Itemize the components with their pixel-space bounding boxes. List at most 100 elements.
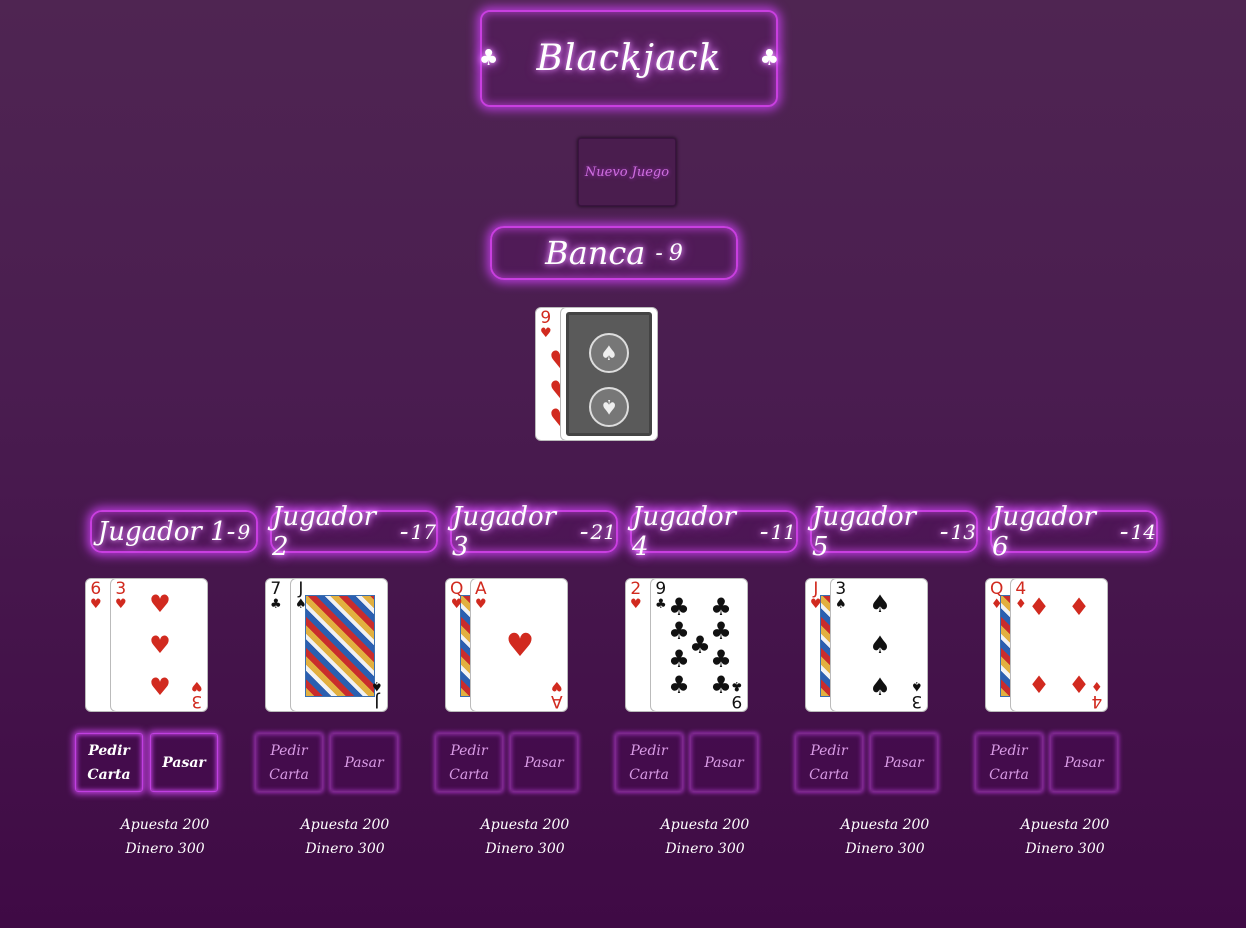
club-icon: ♣ xyxy=(668,671,690,699)
player-score: 14 xyxy=(1130,519,1156,544)
player-label: Jugador 5 xyxy=(812,501,917,562)
player-3-info: Apuesta 200 Dinero 300 xyxy=(455,813,595,861)
player-separator: - xyxy=(399,516,409,547)
player-2-header: Jugador 2- 17 xyxy=(270,502,438,562)
player-3-header: Jugador 3- 21 xyxy=(450,502,618,562)
player-5-info: Apuesta 200 Dinero 300 xyxy=(815,813,955,861)
card-rank: 4 xyxy=(1015,579,1027,599)
club-icon: ♣ xyxy=(710,617,732,645)
card-suit: ♥ xyxy=(115,597,127,612)
player-6-card: 4 ♦ ♦ ♦ ♦ ♦ 4 ♦ xyxy=(1010,578,1108,712)
card-suit: ♥ xyxy=(450,597,463,612)
stand-button[interactable]: Pasar xyxy=(150,733,218,792)
player-score: 11 xyxy=(770,519,796,544)
stand-button[interactable]: Pasar xyxy=(690,733,758,792)
player-separator: - xyxy=(1119,516,1129,547)
player-score: 21 xyxy=(590,519,616,544)
card-suit: ♠ xyxy=(371,678,383,693)
bet-amount: Apuesta 200 xyxy=(120,817,210,833)
player-separator: - xyxy=(759,516,769,547)
player-4-header: Jugador 4- 11 xyxy=(630,502,798,562)
bet-amount: Apuesta 200 xyxy=(300,817,390,833)
club-icon: ♣ xyxy=(759,46,780,71)
card-suit: ♦ xyxy=(990,597,1003,612)
card-rank: J xyxy=(374,691,380,711)
card-rank: J xyxy=(298,579,304,599)
club-icon: ♣ xyxy=(668,593,690,621)
player-5-header: Jugador 5- 13 xyxy=(810,502,978,562)
club-icon: ♣ xyxy=(710,593,732,621)
money-amount: Dinero 300 xyxy=(665,841,745,857)
hit-button[interactable]: Pedir Carta xyxy=(435,733,503,792)
card-rank: A xyxy=(475,579,487,599)
diamond-icon: ♦ xyxy=(1068,671,1090,699)
player-1-info: Apuesta 200 Dinero 300 xyxy=(95,813,235,861)
club-icon: ♣ xyxy=(710,645,732,673)
player-6-header: Jugador 6- 14 xyxy=(990,502,1158,562)
hit-button[interactable]: Pedir Carta xyxy=(75,733,143,792)
heart-icon: ♥ xyxy=(149,673,171,701)
money-amount: Dinero 300 xyxy=(305,841,385,857)
stand-button[interactable]: Pasar xyxy=(870,733,938,792)
stand-button[interactable]: Pasar xyxy=(510,733,578,792)
card-rank: 3 xyxy=(115,579,127,599)
card-suit: ♥ xyxy=(475,597,487,612)
card-suit: ♥ xyxy=(90,597,102,612)
card-suit: ♠ xyxy=(295,597,307,612)
player-separator: - xyxy=(579,516,589,547)
card-suit: ♥ xyxy=(630,597,642,612)
card-rank: 9 xyxy=(655,579,667,599)
card-suit: ♣ xyxy=(731,678,743,693)
game-title-panel: ♣ Blackjack ♣ xyxy=(478,10,780,107)
bank-separator: - xyxy=(655,240,663,266)
player-label: Jugador 3 xyxy=(452,501,557,562)
card-rank: 9 xyxy=(731,691,743,711)
new-game-button[interactable]: Nuevo Juego xyxy=(578,138,676,206)
player-3-card: A ♥ ♥ A ♥ xyxy=(470,578,568,712)
hit-button[interactable]: Pedir Carta xyxy=(615,733,683,792)
player-score: 17 xyxy=(410,519,436,544)
spade-icon: ♠ xyxy=(869,590,891,618)
bank-card-face-down: ♠ ♠ xyxy=(560,307,658,441)
player-label: Jugador 6 xyxy=(992,501,1097,562)
hit-button[interactable]: Pedir Carta xyxy=(795,733,863,792)
bet-amount: Apuesta 200 xyxy=(660,817,750,833)
player-2-card: J ♠ J ♠ xyxy=(290,578,388,712)
bank-label: Banca xyxy=(545,234,646,272)
game-title: Blackjack xyxy=(536,38,722,79)
club-icon: ♣ xyxy=(668,617,690,645)
diamond-icon: ♦ xyxy=(1068,593,1090,621)
card-rank: Q xyxy=(450,579,464,599)
club-icon: ♣ xyxy=(668,645,690,673)
diamond-icon: ♦ xyxy=(1028,593,1050,621)
card-suit: ♠ xyxy=(911,678,923,693)
spade-icon: ♠ xyxy=(869,673,891,701)
stand-button[interactable]: Pasar xyxy=(330,733,398,792)
card-rank: 9 xyxy=(540,308,552,328)
jack-face-art xyxy=(305,595,375,697)
card-rank: 3 xyxy=(911,691,923,711)
spade-icon: ♠ xyxy=(869,631,891,659)
player-4-card: 9 ♣ ♣ ♣ ♣ ♣ ♣ ♣ ♣ ♣ ♣ 9 ♣ xyxy=(650,578,748,712)
player-label: Jugador 4 xyxy=(632,501,737,562)
money-amount: Dinero 300 xyxy=(845,841,925,857)
bank-score: 9 xyxy=(668,240,683,266)
club-icon: ♣ xyxy=(689,631,711,659)
hit-button[interactable]: Pedir Carta xyxy=(975,733,1043,792)
player-1-card: 3 ♥ ♥ ♥ ♥ 3 ♥ xyxy=(110,578,208,712)
heart-icon: ♥ xyxy=(149,631,171,659)
stand-button[interactable]: Pasar xyxy=(1050,733,1118,792)
player-5-card: 3 ♠ ♠ ♠ ♠ 3 ♠ xyxy=(830,578,928,712)
player-4-info: Apuesta 200 Dinero 300 xyxy=(635,813,775,861)
club-icon: ♣ xyxy=(478,46,499,71)
bet-amount: Apuesta 200 xyxy=(840,817,930,833)
card-suit: ♣ xyxy=(655,597,667,612)
player-label: Jugador 1 xyxy=(97,516,227,547)
player-separator: - xyxy=(226,516,236,547)
card-suit: ♣ xyxy=(270,597,282,612)
player-label: Jugador 2 xyxy=(272,501,377,562)
card-suit: ♦ xyxy=(1015,597,1027,612)
hit-button[interactable]: Pedir Carta xyxy=(255,733,323,792)
card-rank: 2 xyxy=(630,579,642,599)
bet-amount: Apuesta 200 xyxy=(480,817,570,833)
